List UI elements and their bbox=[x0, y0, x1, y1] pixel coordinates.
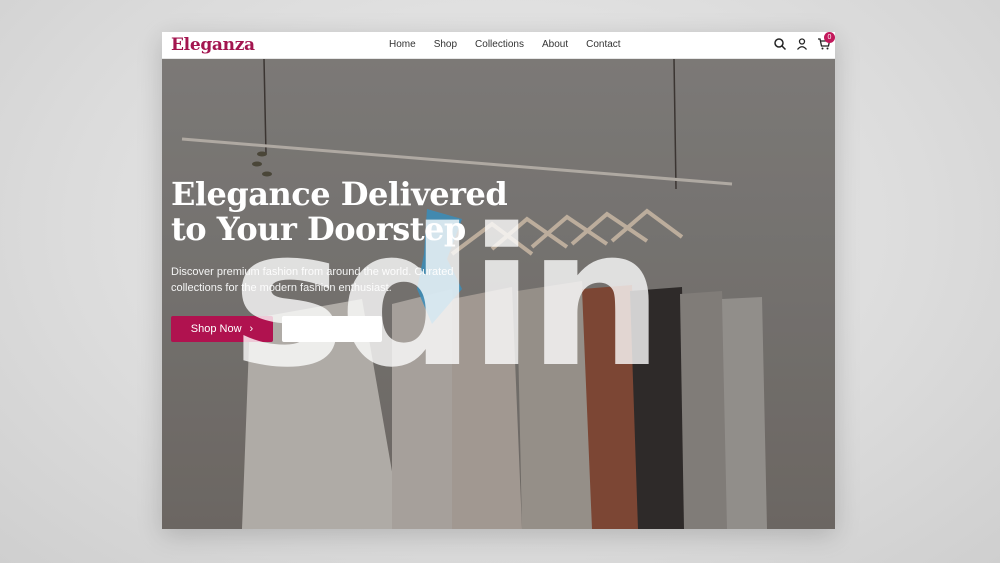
nav-home[interactable]: Home bbox=[389, 39, 416, 50]
brand-logo[interactable]: Eleganza bbox=[171, 35, 255, 55]
user-icon[interactable] bbox=[795, 37, 809, 51]
hero-section: Elegance Delivered to Your Doorstep Disc… bbox=[162, 59, 835, 529]
search-icon[interactable] bbox=[773, 37, 787, 51]
secondary-button[interactable] bbox=[282, 316, 382, 342]
main-menu: Home Shop Collections About Contact bbox=[389, 39, 639, 50]
nav-about[interactable]: About bbox=[542, 39, 568, 50]
chevron-right-icon: › bbox=[249, 323, 254, 335]
cart-count-badge: 0 bbox=[824, 32, 835, 43]
nav-contact[interactable]: Contact bbox=[586, 39, 620, 50]
hero-headline: Elegance Delivered to Your Doorstep bbox=[171, 175, 508, 248]
hero-subtext: Discover premium fashion from around the… bbox=[171, 266, 454, 294]
browser-window: Eleganza Home Shop Collections About Con… bbox=[162, 32, 835, 529]
nav-shop[interactable]: Shop bbox=[434, 39, 457, 50]
nav-collections[interactable]: Collections bbox=[475, 39, 524, 50]
shop-now-label: Shop Now bbox=[190, 323, 242, 335]
top-navbar: Eleganza Home Shop Collections About Con… bbox=[162, 32, 835, 59]
nav-icons: 0 bbox=[773, 32, 835, 51]
cart-icon[interactable]: 0 bbox=[817, 32, 835, 51]
shop-now-button[interactable]: Shop Now › bbox=[171, 316, 273, 342]
